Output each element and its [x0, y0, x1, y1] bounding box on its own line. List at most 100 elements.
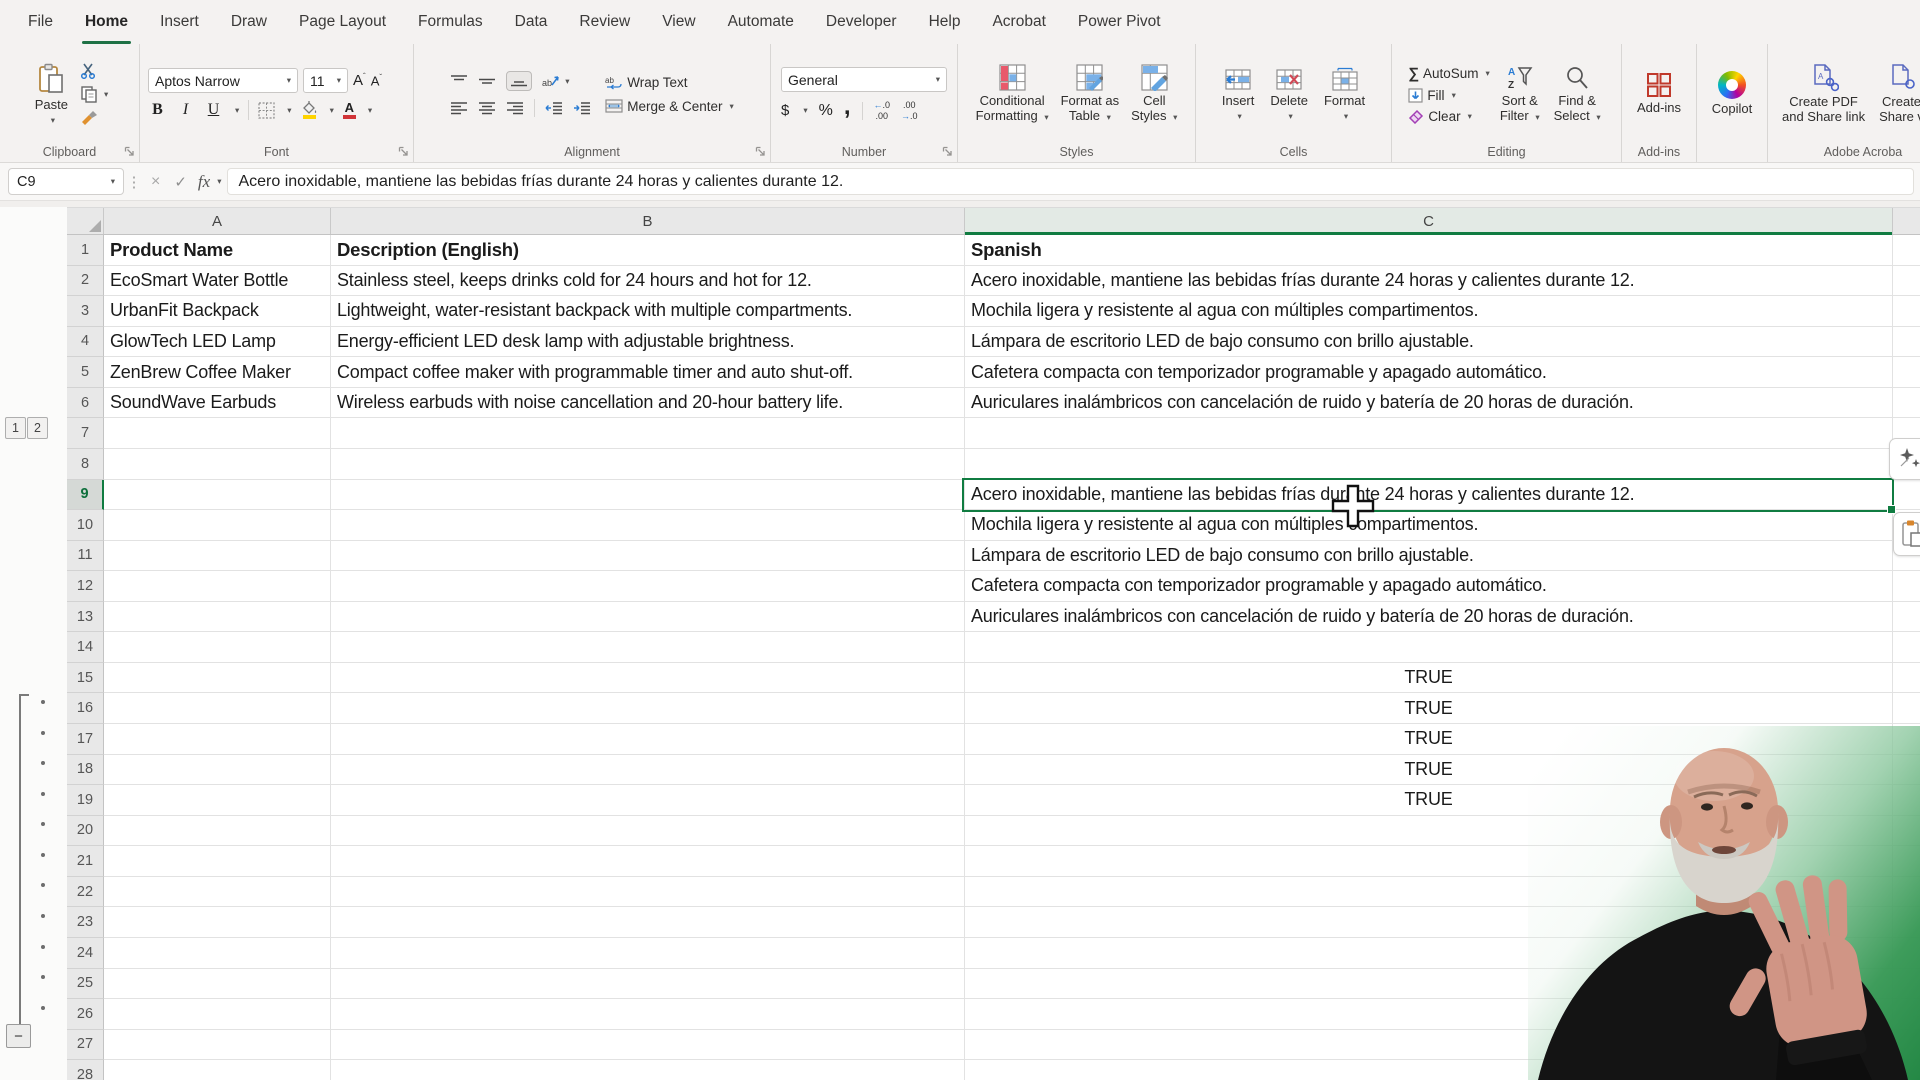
- cell-B15[interactable]: [331, 663, 965, 694]
- cell-B17[interactable]: [331, 724, 965, 755]
- cell-C12[interactable]: Cafetera compacta con temporizador progr…: [965, 571, 1893, 602]
- cell-D16[interactable]: [1893, 693, 1920, 724]
- cell-B26[interactable]: [331, 999, 965, 1030]
- cell-A17[interactable]: [104, 724, 331, 755]
- italic-button[interactable]: I: [176, 101, 195, 119]
- wrap-text-button[interactable]: ab Wrap Text: [605, 75, 687, 90]
- increase-decimal-button[interactable]: ←.0.00: [874, 100, 891, 121]
- cell-A16[interactable]: [104, 693, 331, 724]
- cell-C1[interactable]: Spanish: [965, 235, 1893, 266]
- shrink-font-button[interactable]: Aˇ: [371, 73, 382, 88]
- cell-C6[interactable]: Auriculares inalámbricos con cancelación…: [965, 388, 1893, 419]
- row-header-27[interactable]: 27: [67, 1030, 104, 1061]
- cell-B21[interactable]: [331, 846, 965, 877]
- row-header-11[interactable]: 11: [67, 541, 104, 572]
- row-header-26[interactable]: 26: [67, 999, 104, 1030]
- bold-button[interactable]: B: [148, 101, 167, 119]
- cancel-icon[interactable]: ×: [151, 173, 160, 191]
- cell-D15[interactable]: [1893, 663, 1920, 694]
- find-select-button[interactable]: Find &Select ▾: [1550, 63, 1605, 126]
- cell-D4[interactable]: [1893, 327, 1920, 358]
- underline-button[interactable]: U: [204, 101, 223, 119]
- font-name-select[interactable]: Aptos Narrow▾: [148, 68, 298, 93]
- cell-A18[interactable]: [104, 755, 331, 786]
- cell-A14[interactable]: [104, 632, 331, 663]
- row-header-8[interactable]: 8: [67, 449, 104, 480]
- format-painter-icon[interactable]: [80, 110, 98, 125]
- row-header-12[interactable]: 12: [67, 571, 104, 602]
- cell-B2[interactable]: Stainless steel, keeps drinks cold for 2…: [331, 266, 965, 297]
- cell-A20[interactable]: [104, 816, 331, 847]
- middle-align-icon[interactable]: [478, 74, 496, 88]
- cell-A24[interactable]: [104, 938, 331, 969]
- borders-icon[interactable]: [258, 102, 275, 119]
- cell-A23[interactable]: [104, 907, 331, 938]
- create-share-button[interactable]: CreateShare v: [1875, 62, 1920, 127]
- tab-view[interactable]: View: [646, 0, 711, 44]
- row-header-10[interactable]: 10: [67, 510, 104, 541]
- cell-B16[interactable]: [331, 693, 965, 724]
- name-box-dropdown-icon[interactable]: ▾: [111, 177, 115, 186]
- align-left-icon[interactable]: [450, 101, 468, 115]
- row-header-28[interactable]: 28: [67, 1060, 104, 1080]
- row-header-3[interactable]: 3: [67, 296, 104, 327]
- row-header-25[interactable]: 25: [67, 969, 104, 1000]
- borders-dropdown-icon[interactable]: ▾: [287, 106, 291, 115]
- cell-B10[interactable]: [331, 510, 965, 541]
- name-box[interactable]: C9▾: [8, 168, 124, 195]
- cell-B6[interactable]: Wireless earbuds with noise cancellation…: [331, 388, 965, 419]
- insert-function-icon[interactable]: fx: [198, 172, 210, 192]
- percent-format-button[interactable]: %: [819, 102, 833, 120]
- format-cells-button[interactable]: Format▾: [1320, 65, 1369, 122]
- tab-power-pivot[interactable]: Power Pivot: [1062, 0, 1177, 44]
- number-format-select[interactable]: General▾: [781, 67, 947, 92]
- cell-A10[interactable]: [104, 510, 331, 541]
- column-header-d[interactable]: [1893, 208, 1920, 234]
- copilot-button[interactable]: Copilot: [1708, 69, 1756, 119]
- cell-A26[interactable]: [104, 999, 331, 1030]
- cell-B9[interactable]: [331, 480, 965, 511]
- enter-icon[interactable]: ✓: [174, 173, 187, 191]
- cell-B1[interactable]: Description (English): [331, 235, 965, 266]
- paste-options-button[interactable]: [1893, 512, 1920, 556]
- cell-D9[interactable]: [1893, 480, 1920, 511]
- autosum-button[interactable]: ∑AutoSum▾: [1408, 65, 1490, 82]
- fill-color-dropdown-icon[interactable]: ▾: [330, 106, 334, 115]
- copy-icon[interactable]: ▾: [80, 86, 108, 103]
- cell-A3[interactable]: UrbanFit Backpack: [104, 296, 331, 327]
- cell-A1[interactable]: Product Name: [104, 235, 331, 266]
- font-size-select[interactable]: 11▾: [303, 68, 348, 93]
- formula-input[interactable]: Acero inoxidable, mantiene las bebidas f…: [227, 168, 1914, 195]
- cell-A13[interactable]: [104, 602, 331, 633]
- fill-button[interactable]: Fill▾: [1408, 88, 1456, 103]
- tab-automate[interactable]: Automate: [712, 0, 810, 44]
- cell-B27[interactable]: [331, 1030, 965, 1061]
- align-right-icon[interactable]: [506, 101, 524, 115]
- tab-file[interactable]: File: [12, 0, 69, 44]
- cell-A25[interactable]: [104, 969, 331, 1000]
- cell-A9[interactable]: [104, 480, 331, 511]
- cell-B14[interactable]: [331, 632, 965, 663]
- cell-C15[interactable]: TRUE: [965, 663, 1893, 694]
- tab-home[interactable]: Home: [69, 0, 144, 44]
- cell-A8[interactable]: [104, 449, 331, 480]
- cut-icon[interactable]: [80, 63, 98, 79]
- tab-insert[interactable]: Insert: [144, 0, 215, 44]
- cell-A2[interactable]: EcoSmart Water Bottle: [104, 266, 331, 297]
- tab-draw[interactable]: Draw: [215, 0, 283, 44]
- paste-dropdown-icon[interactable]: ▾: [51, 116, 55, 125]
- outline-level-2-button[interactable]: 2: [27, 417, 48, 439]
- cell-C13[interactable]: Auriculares inalámbricos con cancelación…: [965, 602, 1893, 633]
- column-header-a[interactable]: A: [104, 208, 331, 234]
- cell-C5[interactable]: Cafetera compacta con temporizador progr…: [965, 357, 1893, 388]
- cell-B4[interactable]: Energy-efficient LED desk lamp with adju…: [331, 327, 965, 358]
- cell-C4[interactable]: Lámpara de escritorio LED de bajo consum…: [965, 327, 1893, 358]
- align-center-icon[interactable]: [478, 101, 496, 115]
- row-header-24[interactable]: 24: [67, 938, 104, 969]
- cell-A15[interactable]: [104, 663, 331, 694]
- formula-bar-drag-handle[interactable]: ⋮: [124, 173, 144, 191]
- cell-B13[interactable]: [331, 602, 965, 633]
- cell-D12[interactable]: [1893, 571, 1920, 602]
- tab-data[interactable]: Data: [499, 0, 564, 44]
- tab-formulas[interactable]: Formulas: [402, 0, 499, 44]
